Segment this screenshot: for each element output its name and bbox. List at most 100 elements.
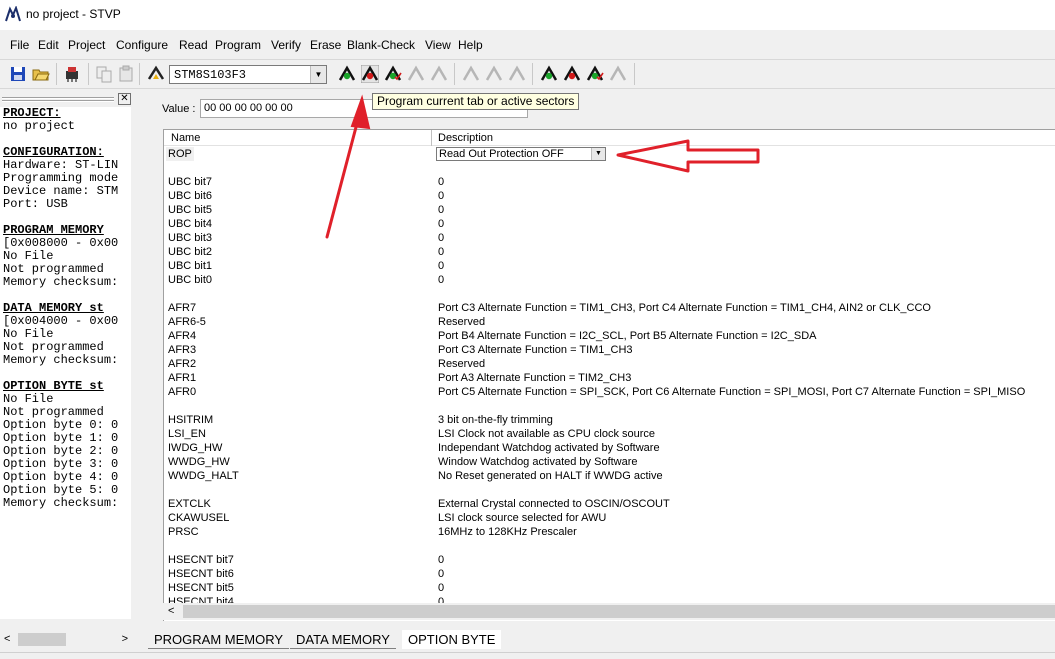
menu-configure[interactable]: Configure (116, 38, 168, 52)
column-header-name[interactable]: Name (171, 132, 200, 144)
column-header-description[interactable]: Description (438, 132, 493, 144)
verify-icon[interactable] (384, 65, 402, 83)
option-name: HSECNT bit7 (168, 554, 234, 566)
table-row[interactable]: AFR7 Port C3 Alternate Function = TIM1_CH… (164, 301, 1055, 315)
chevron-down-icon[interactable]: ▼ (591, 148, 605, 160)
scroll-left-icon[interactable]: < (4, 633, 10, 645)
table-row[interactable]: UBC bit1 0 (164, 259, 1055, 273)
table-row-rop[interactable]: ROP Read Out Protection OFF ▼ (164, 147, 1055, 161)
option-name: UBC bit5 (168, 204, 213, 216)
menu-edit[interactable]: Edit (38, 38, 59, 52)
scroll-right-icon[interactable]: > (122, 633, 128, 645)
option-name: UBC bit4 (168, 218, 213, 230)
left-horizontal-scrollbar[interactable]: < > (0, 631, 131, 648)
table-row[interactable]: UBC bit7 0 (164, 175, 1055, 189)
menu-verify[interactable]: Verify (271, 38, 301, 52)
info-line: Port: USB (3, 197, 68, 211)
table-row[interactable]: HSECNT bit7 0 (164, 553, 1055, 567)
table-row[interactable]: UBC bit4 0 (164, 217, 1055, 231)
menu-program[interactable]: Program (215, 38, 261, 52)
verify-all-icon[interactable] (508, 65, 526, 83)
device-chip-icon[interactable] (63, 65, 81, 83)
table-row[interactable]: EXTCLK External Crystal connected to OSCI… (164, 497, 1055, 511)
rop-select[interactable]: Read Out Protection OFF ▼ (436, 147, 606, 161)
erase-icon[interactable] (407, 65, 425, 83)
table-row[interactable]: UBC bit5 0 (164, 203, 1055, 217)
option-name: WWDG_HW (168, 456, 230, 468)
menu-erase[interactable]: Erase (310, 38, 341, 52)
table-row[interactable]: HSECNT bit5 0 (164, 581, 1055, 595)
table-row[interactable]: LSI_EN LSI Clock not available as CPU clo… (164, 427, 1055, 441)
option-program-icon[interactable] (563, 65, 581, 83)
table-row[interactable]: CKAWUSEL LSI clock source selected for AW… (164, 511, 1055, 525)
memory-tabs: PROGRAM MEMORY DATA MEMORY OPTION BYTE (140, 630, 1055, 650)
scroll-left-icon[interactable]: < (168, 605, 174, 617)
option-description: 0 (438, 218, 445, 230)
toolbar-separator (634, 63, 635, 85)
blank-check-icon[interactable] (430, 65, 448, 83)
table-row[interactable]: AFR1 Port A3 Alternate Function = TIM2_CH… (164, 371, 1055, 385)
column-divider[interactable] (431, 130, 432, 146)
toolbar-separator (454, 63, 455, 85)
grid-horizontal-scrollbar[interactable]: < (163, 603, 1055, 620)
tab-program-memory[interactable]: PROGRAM MEMORY (148, 630, 290, 649)
option-verify-icon[interactable] (586, 65, 604, 83)
close-icon[interactable]: ✕ (118, 93, 131, 105)
table-row[interactable]: HSECNT bit6 0 (164, 567, 1055, 581)
table-row[interactable]: UBC bit0 0 (164, 273, 1055, 287)
table-row[interactable]: UBC bit3 0 (164, 231, 1055, 245)
menu-view[interactable]: View (425, 38, 451, 52)
option-read-icon[interactable] (540, 65, 558, 83)
scrollbar-thumb[interactable] (183, 605, 1055, 618)
device-select[interactable]: STM8S103F3 ▼ (169, 65, 327, 84)
option-name: AFR2 (168, 358, 197, 370)
grid-header: Name Description (164, 130, 1055, 146)
menu-help[interactable]: Help (458, 38, 483, 52)
tab-option-byte[interactable]: OPTION BYTE (402, 630, 502, 649)
table-row[interactable]: HSITRIM 3 bit on-the-fly trimming (164, 413, 1055, 427)
option-description: LSI clock source selected for AWU (438, 512, 607, 524)
menu-file[interactable]: File (10, 38, 29, 52)
menu-project[interactable]: Project (68, 38, 105, 52)
table-row[interactable] (164, 399, 1055, 413)
table-row[interactable] (164, 539, 1055, 553)
table-row[interactable]: IWDG_HW Independant Watchdog activated by… (164, 441, 1055, 455)
scrollbar-thumb[interactable] (18, 633, 66, 646)
panel-header: ✕ (0, 93, 133, 105)
option-erase-icon[interactable] (609, 65, 627, 83)
table-row[interactable]: WWDG_HW Window Watchdog activated by Soft… (164, 455, 1055, 469)
option-description: Reserved (438, 316, 486, 328)
table-row[interactable]: AFR4 Port B4 Alternate Function = I2C_SCL… (164, 329, 1055, 343)
table-row[interactable]: AFR6-5 Reserved (164, 315, 1055, 329)
info-line: Memory checksum: (3, 496, 119, 510)
toolbar-separator (56, 63, 57, 85)
table-row[interactable] (164, 287, 1055, 301)
program-all-icon[interactable] (485, 65, 503, 83)
menu-read[interactable]: Read (179, 38, 208, 52)
copy-icon[interactable] (95, 65, 113, 83)
option-name: PRSC (168, 526, 199, 538)
option-name: IWDG_HW (168, 442, 223, 454)
open-icon[interactable] (32, 65, 50, 83)
read-all-icon[interactable] (462, 65, 480, 83)
menu-blank-check[interactable]: Blank-Check (347, 38, 415, 52)
read-icon[interactable] (338, 65, 356, 83)
table-row[interactable] (164, 483, 1055, 497)
table-row[interactable]: AFR2 Reserved (164, 357, 1055, 371)
table-row[interactable]: UBC bit2 0 (164, 245, 1055, 259)
save-icon[interactable] (9, 65, 27, 83)
table-row[interactable]: AFR3 Port C3 Alternate Function = TIM1_CH… (164, 343, 1055, 357)
paste-icon[interactable] (117, 65, 135, 83)
window-title: no project - STVP (26, 7, 121, 21)
table-row[interactable]: PRSC 16MHz to 128KHz Prescaler (164, 525, 1055, 539)
tab-data-memory[interactable]: DATA MEMORY (290, 630, 396, 649)
panel-grip[interactable] (2, 97, 114, 99)
panel-grip[interactable] (2, 100, 114, 102)
table-row[interactable]: UBC bit6 0 (164, 189, 1055, 203)
chevron-down-icon[interactable]: ▼ (310, 66, 326, 83)
table-row[interactable]: WWDG_HALT No Reset generated on HALT if W… (164, 469, 1055, 483)
connect-icon[interactable] (147, 65, 165, 83)
table-row[interactable]: AFR0 Port C5 Alternate Function = SPI_SCK… (164, 385, 1055, 399)
program-icon[interactable] (361, 65, 379, 83)
option-name: UBC bit2 (168, 246, 213, 258)
